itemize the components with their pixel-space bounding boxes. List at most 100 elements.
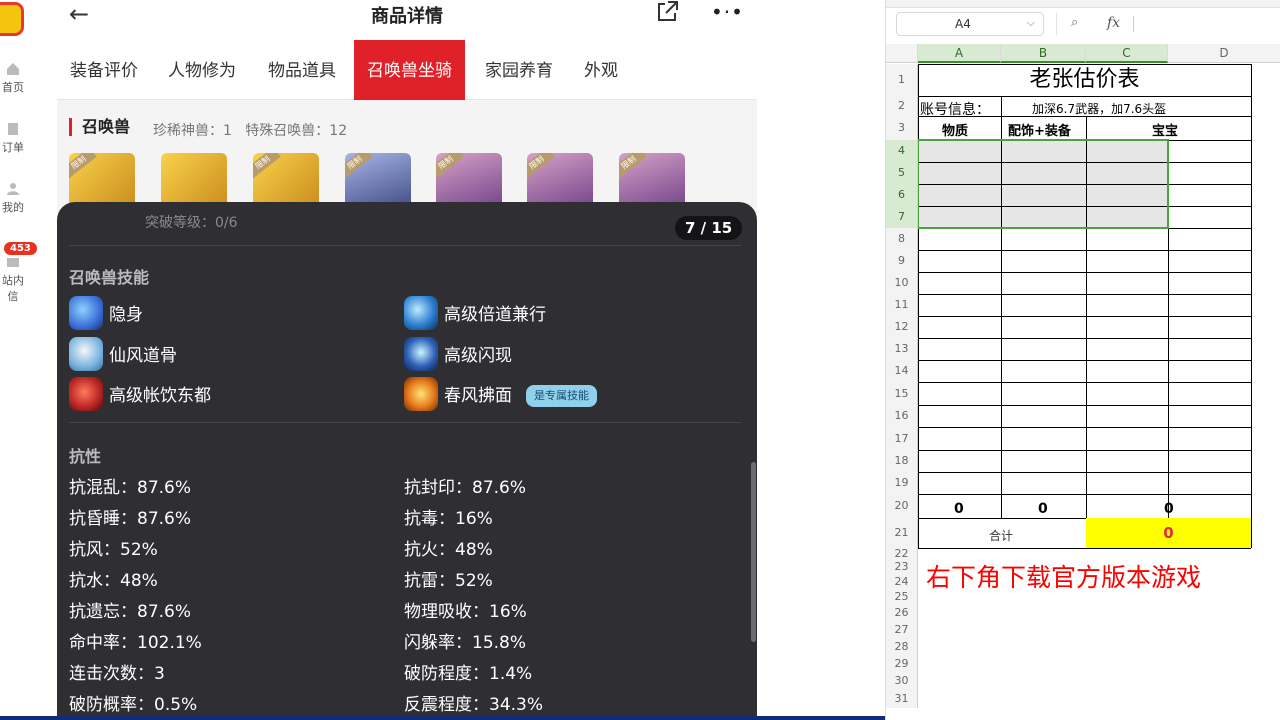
row-header[interactable]: 4 — [886, 140, 918, 162]
tab-pets-mounts[interactable]: 召唤兽坐骑 — [354, 40, 465, 100]
row-header[interactable]: 21 — [886, 518, 918, 548]
message-count-badge: 453 — [4, 242, 37, 255]
row-header[interactable]: 19 — [886, 472, 918, 494]
row-header[interactable]: 18 — [886, 450, 918, 472]
row-header[interactable]: 29 — [886, 655, 918, 672]
row-header[interactable]: 13 — [886, 338, 918, 360]
fx-icon[interactable]: fx — [1107, 15, 1120, 31]
rare-pet-count: 珍稀神兽：1 — [153, 123, 232, 139]
download-note[interactable]: 右下角下载官方版本游戏 — [926, 558, 1201, 594]
header-equipment[interactable]: 配饰+装备 — [1008, 120, 1071, 139]
limited-tag: 限制 — [527, 153, 555, 179]
table-border — [918, 494, 1251, 495]
tab-equipment[interactable]: 装备评价 — [57, 40, 151, 100]
row-header[interactable]: 25 — [886, 589, 918, 605]
chevron-down-icon[interactable]: ⌵ — [1027, 16, 1035, 30]
app-sidebar: 首页 订单 我的 站内信 453 — [0, 0, 58, 720]
row-header[interactable]: 5 — [886, 162, 918, 184]
row-header[interactable]: 27 — [886, 621, 918, 638]
formula-bar[interactable]: ⌕ fx — [1056, 12, 1280, 36]
resistance-stat: 抗水：48% — [69, 571, 158, 591]
user-icon — [7, 183, 19, 195]
column-header-b[interactable]: B — [1001, 44, 1086, 63]
row-header[interactable]: 14 — [886, 360, 918, 382]
cell-grid[interactable]: A B C D 老张估价表 账号信息： 加深6.7武器，加7.6头盔 物质 配饰… — [886, 44, 1280, 720]
more-menu-icon[interactable]: •·• — [711, 0, 744, 24]
skill-name: 高级倍道兼行 — [444, 305, 546, 325]
row-header[interactable]: 26 — [886, 605, 918, 621]
sidebar-item-label: 站内信 — [2, 274, 24, 303]
pet-detail-overlay: 突破等级：0/6 7 / 15 召唤兽技能 隐身 高级倍道兼行 仙风道骨 高级闪… — [57, 202, 757, 720]
row-header[interactable]: 7 — [886, 206, 918, 228]
column-header-a[interactable]: A — [918, 44, 1001, 63]
row-header[interactable]: 31 — [886, 690, 918, 708]
resistance-stat: 抗混乱：87.6% — [69, 478, 192, 498]
zoom-icon[interactable]: ⌕ — [1071, 15, 1078, 30]
resistance-stat: 反震程度：34.3% — [404, 695, 544, 715]
table-border — [918, 548, 1251, 549]
row-header[interactable]: 10 — [886, 272, 918, 294]
sidebar-item-home[interactable]: 首页 — [0, 62, 26, 95]
sidebar-item-orders[interactable]: 订单 — [0, 122, 26, 155]
sum-material[interactable]: 0 — [954, 501, 964, 517]
account-info[interactable]: 加深6.7武器，加7.6头盔 — [1032, 100, 1166, 117]
immortal-skill-icon — [69, 337, 103, 371]
tab-cultivation[interactable]: 人物修为 — [155, 40, 249, 100]
app-logo[interactable] — [0, 2, 24, 36]
row-header[interactable]: 9 — [886, 250, 918, 272]
sidebar-item-mine[interactable]: 我的 — [0, 182, 26, 215]
account-label[interactable]: 账号信息： — [920, 99, 990, 119]
sheet-title[interactable]: 老张估价表 — [918, 64, 1251, 96]
speed-skill-icon — [404, 296, 438, 330]
skill-name: 隐身 — [109, 305, 143, 325]
skills-title: 召唤兽技能 — [69, 268, 150, 287]
row-header[interactable]: 6 — [886, 184, 918, 206]
table-border — [918, 338, 1251, 339]
row-header[interactable]: 22 — [886, 548, 918, 560]
resistance-stat: 抗风：52% — [69, 540, 158, 560]
taskbar-strip — [0, 716, 885, 720]
limited-tag: 限制 — [69, 153, 97, 179]
sidebar-item-messages[interactable]: 站内信 — [0, 255, 26, 304]
sum-pet[interactable]: 0 — [1164, 501, 1174, 517]
row-header[interactable]: 12 — [886, 316, 918, 338]
table-border — [918, 96, 1251, 97]
header-material[interactable]: 物质 — [942, 120, 968, 139]
row-header[interactable]: 16 — [886, 405, 918, 427]
column-header-d[interactable]: D — [1168, 44, 1280, 63]
divider — [69, 422, 741, 423]
row-header[interactable]: 11 — [886, 294, 918, 316]
row-header[interactable]: 20 — [886, 494, 918, 518]
total-value[interactable]: 0 — [1086, 518, 1251, 548]
header-pet[interactable]: 宝宝 — [1152, 120, 1178, 139]
row-header[interactable]: 23 — [886, 560, 918, 574]
name-box[interactable]: A4 ⌵ — [896, 12, 1044, 36]
share-icon[interactable] — [655, 0, 679, 22]
row-header[interactable]: 15 — [886, 382, 918, 405]
overlay-scrollbar[interactable] — [751, 462, 756, 642]
row-header[interactable]: 28 — [886, 638, 918, 655]
row-header[interactable]: 17 — [886, 427, 918, 450]
row-header[interactable]: 8 — [886, 228, 918, 250]
resistance-stat: 闪躲率：15.8% — [404, 633, 527, 653]
message-icon — [7, 258, 19, 267]
row-header[interactable]: 30 — [886, 672, 918, 690]
sum-equipment[interactable]: 0 — [1038, 501, 1048, 517]
table-border — [918, 272, 1251, 273]
resistance-stat: 破防程度：1.4% — [404, 664, 533, 684]
total-label[interactable]: 合计 — [989, 527, 1013, 544]
select-all-corner[interactable] — [886, 44, 918, 63]
tab-items[interactable]: 物品道具 — [255, 40, 349, 100]
row-header[interactable]: 2 — [886, 96, 918, 116]
row-header[interactable]: 1 — [886, 64, 918, 96]
limited-tag: 限制 — [619, 153, 647, 179]
row-header[interactable]: 24 — [886, 574, 918, 589]
section-title: 召唤兽 — [69, 118, 130, 136]
tab-appearance[interactable]: 外观 — [571, 40, 631, 100]
skill-name: 高级闪现 — [444, 346, 512, 366]
screen: 首页 订单 我的 站内信 453 ← 商品详情 •·• 装备评价 人物修为 物品… — [0, 0, 1280, 720]
row-header[interactable]: 3 — [886, 116, 918, 140]
tab-home[interactable]: 家园养育 — [472, 40, 566, 100]
table-border — [918, 472, 1251, 473]
column-header-c[interactable]: C — [1086, 44, 1168, 63]
